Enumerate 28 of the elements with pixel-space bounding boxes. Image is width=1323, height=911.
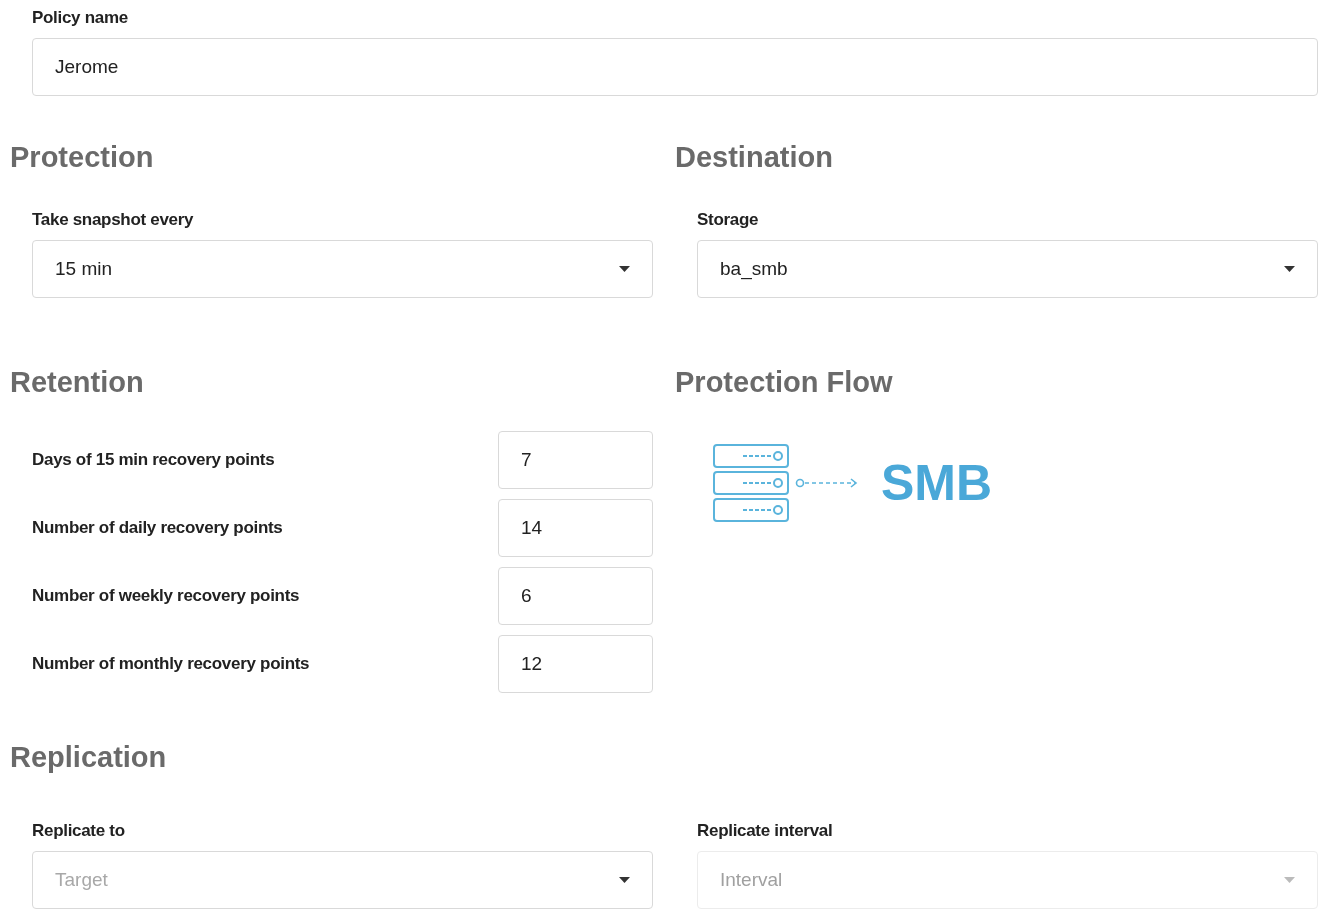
number-field[interactable]: 14: [498, 499, 653, 557]
field-label: Days of 15 min recovery points: [32, 449, 275, 471]
field-label: Take snapshot every: [32, 209, 195, 231]
storage-dropdown[interactable]: ba_smb: [697, 240, 1318, 298]
field-label: Number of weekly recovery points: [32, 585, 300, 607]
field-label: Policy name: [32, 7, 129, 29]
policy-name-field[interactable]: Jerome: [32, 38, 1318, 96]
section-heading: Protection: [10, 140, 155, 175]
caret-icon: [619, 266, 630, 272]
snapshot-dropdown[interactable]: 15 min: [32, 240, 653, 298]
field-label: Storage: [697, 209, 760, 231]
section-heading: Protection Flow: [675, 365, 894, 400]
section-heading: Retention: [10, 365, 145, 400]
caret-icon: [1284, 266, 1295, 272]
caret-icon: [1284, 877, 1295, 883]
field-label: Number of daily recovery points: [32, 517, 283, 539]
number-field[interactable]: 12: [498, 635, 653, 693]
field-label: Replicate to: [32, 820, 126, 842]
caret-icon: [619, 877, 630, 883]
section-heading: Replication: [10, 740, 168, 775]
number-field[interactable]: 6: [498, 567, 653, 625]
field-label: Number of monthly recovery points: [32, 653, 310, 675]
server-icon: [713, 444, 789, 522]
number-field[interactable]: 7: [498, 431, 653, 489]
field-label: Replicate interval: [697, 820, 834, 842]
dashed-arrow-icon: [795, 477, 859, 489]
section-heading: Destination: [675, 140, 834, 175]
flow-target: SMB: [881, 454, 993, 512]
